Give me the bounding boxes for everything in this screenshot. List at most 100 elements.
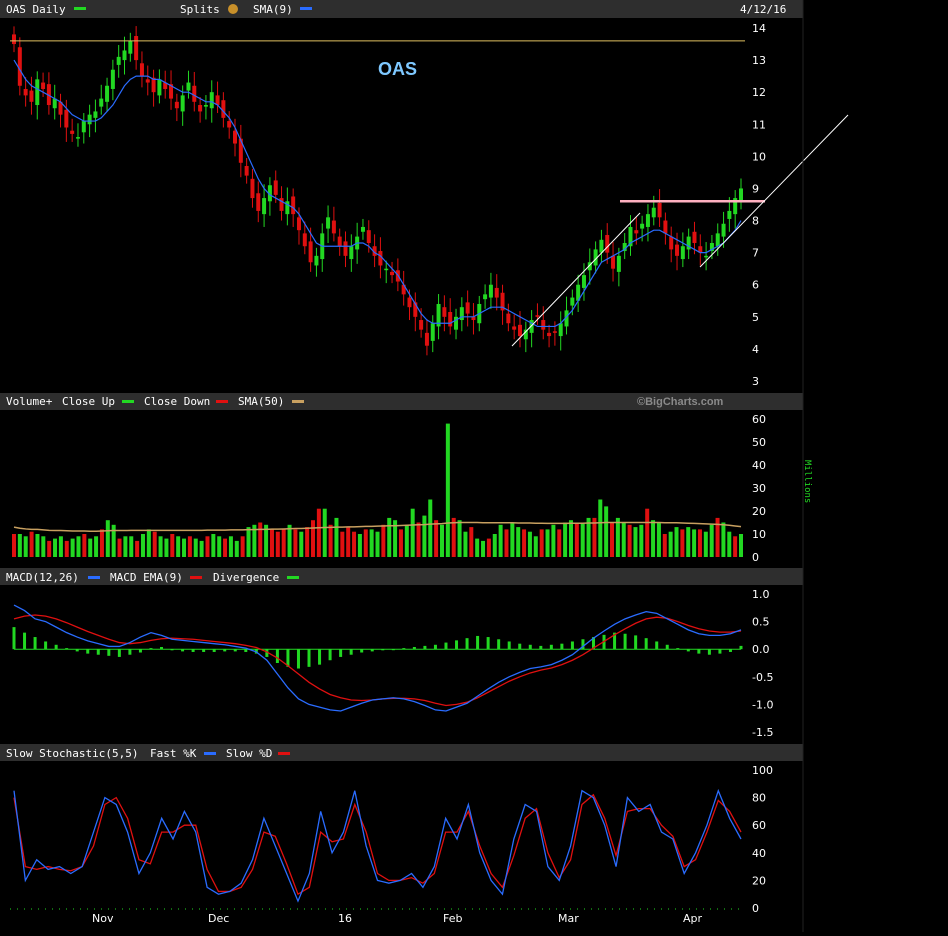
candle-body [541, 320, 546, 330]
divergence-bar [202, 649, 206, 652]
volume-bar [305, 527, 310, 557]
candle-body [581, 275, 586, 288]
volume-bar [340, 531, 345, 557]
candle-body [273, 180, 278, 195]
volume-bar [123, 536, 128, 557]
ticker-annotation: OAS [378, 59, 417, 79]
volume-bar [522, 529, 527, 557]
volume-bar [293, 529, 298, 557]
candle-body [64, 109, 69, 128]
y-tick-label: 80 [752, 792, 766, 805]
volume-bar [223, 538, 228, 557]
volume-bar [187, 536, 192, 557]
candle-body [407, 297, 412, 308]
candle-body [29, 90, 34, 102]
slow-d-swatch [278, 752, 290, 755]
candle-body [465, 302, 470, 314]
divergence-bar [65, 648, 69, 650]
volume-bar [551, 524, 556, 557]
y-tick-label: 7 [752, 247, 759, 260]
volume-bar [733, 536, 738, 557]
candle-body [680, 246, 685, 260]
divergence-bar [370, 649, 374, 652]
divergence-bar [718, 649, 722, 654]
volume-bar [199, 540, 204, 557]
divergence-bar [12, 627, 16, 650]
x-tick-label: Apr [683, 912, 703, 925]
x-tick-label: Dec [208, 912, 229, 925]
candle-body [448, 312, 453, 327]
volume-bar [527, 531, 532, 557]
volume-bar [451, 517, 456, 557]
candle-body [192, 85, 197, 102]
candle-body [128, 40, 133, 54]
volume-bar [627, 524, 632, 557]
volume-bar [334, 517, 339, 557]
volume-bar [709, 524, 714, 557]
y-tick-label: 0.5 [752, 616, 770, 629]
macd-swatch [88, 576, 100, 579]
fast-k-label: Fast %K [150, 747, 197, 760]
volume-bar [445, 423, 450, 557]
divergence-bar [181, 649, 185, 652]
divergence-bar [96, 649, 100, 655]
divergence-bar [476, 635, 480, 650]
divergence-bar [54, 644, 58, 650]
sma50-label: SMA(50) [238, 395, 284, 408]
volume-bar [475, 538, 480, 557]
volume-bar [53, 538, 58, 557]
volume-bar [439, 524, 444, 557]
divergence-bar [676, 648, 680, 650]
divergence-bar [686, 649, 690, 652]
volume-bar [29, 531, 34, 557]
volume-bar [633, 527, 638, 557]
y-tick-label: 9 [752, 182, 759, 195]
volume-bar [152, 531, 157, 557]
candle-body [209, 92, 214, 109]
volume-bar [176, 536, 181, 557]
volume-bar [381, 524, 386, 557]
volume-bar [76, 536, 81, 557]
candle-body [331, 220, 336, 234]
volume-bar [510, 522, 515, 557]
volume-bar [146, 529, 151, 557]
volume-bar [217, 536, 222, 557]
divergence-bar [170, 649, 174, 651]
y-tick-label: 11 [752, 118, 766, 131]
volume-bar [498, 524, 503, 557]
chart-window: OAS Daily Splits SMA(9) 4/12/16 3 4 5 6 7 8 9 1… [0, 0, 948, 932]
volume-bar [492, 534, 497, 557]
divergence-bar [665, 644, 669, 650]
volume-bar [82, 534, 87, 557]
volume-bar [287, 524, 292, 557]
candle-body [616, 255, 621, 272]
volume-bar [316, 508, 321, 557]
y-tick-label: 10 [752, 528, 766, 541]
date-label: 4/12/16 [740, 3, 786, 16]
volume-bar [228, 536, 233, 557]
candle-body [651, 207, 656, 218]
volume-bar [111, 524, 116, 557]
volume-bar [645, 508, 650, 557]
volume-bar [17, 534, 22, 557]
candle-body [343, 241, 348, 256]
divergence-bar [307, 649, 311, 667]
volume-bar [47, 540, 52, 557]
volume-bar [580, 522, 585, 557]
volume-bar [58, 536, 63, 557]
divergence-bar [212, 649, 216, 652]
candle-body [35, 79, 40, 106]
volume-bar [686, 527, 691, 557]
divergence-bar [655, 641, 659, 650]
candle-body [558, 323, 563, 337]
candle-body [23, 88, 28, 96]
candle-body [488, 284, 493, 298]
y-tick-label: 12 [752, 86, 766, 99]
volume-bar [674, 527, 679, 557]
candle-body [174, 101, 179, 109]
volume-bar [533, 536, 538, 557]
candle-body [99, 98, 104, 107]
y-tick-label: 1.0 [752, 588, 770, 601]
candle-body [157, 79, 162, 96]
candle-body [203, 105, 208, 107]
